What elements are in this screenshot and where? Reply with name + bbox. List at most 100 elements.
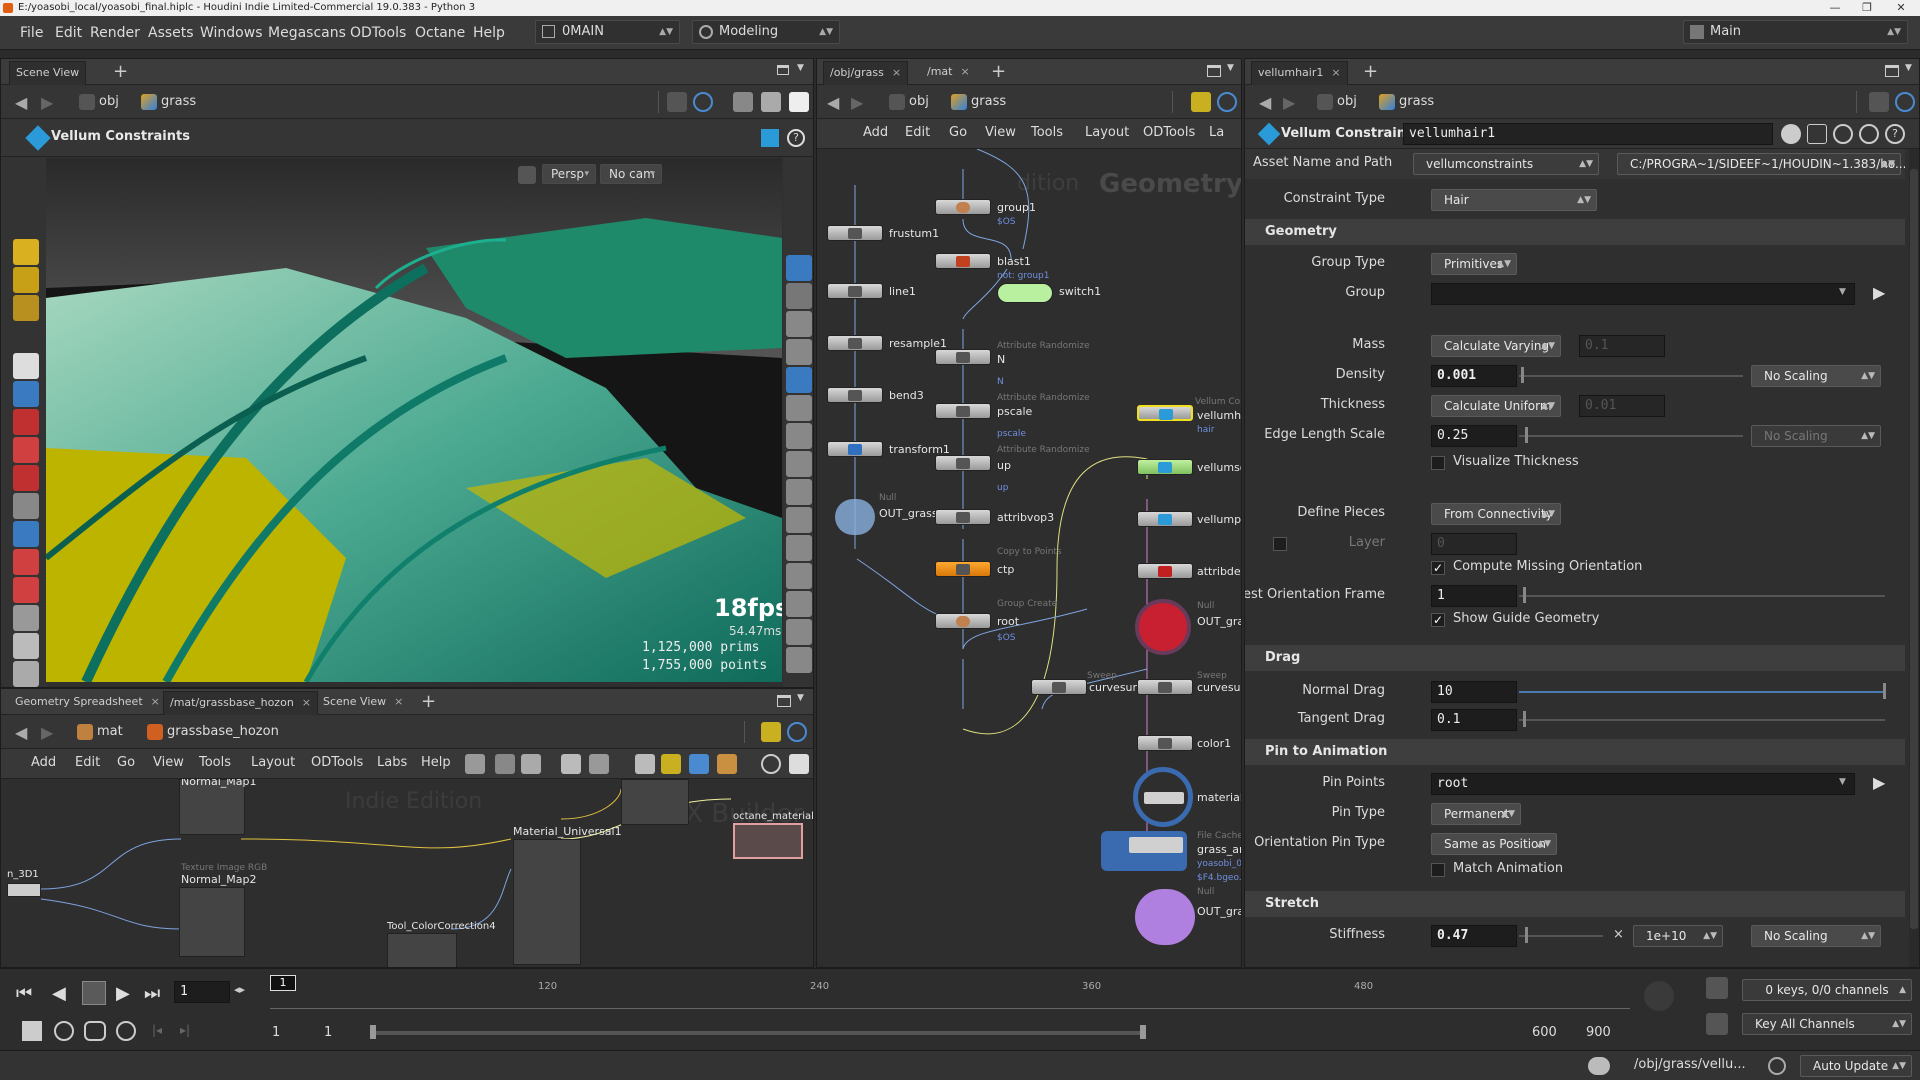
randomize-pscale-node[interactable] — [935, 403, 991, 419]
pane-maximize-icon[interactable] — [777, 65, 789, 75]
menu-odtools[interactable]: ODTools — [311, 755, 363, 770]
frame-count-icon[interactable] — [786, 619, 812, 645]
tab-scene-view[interactable]: Scene View — [9, 61, 87, 85]
stop-button[interactable] — [82, 981, 106, 1005]
gear-icon[interactable] — [1781, 124, 1801, 144]
menu-file[interactable]: File — [20, 25, 43, 41]
normal-drag-field[interactable]: 10 — [1431, 681, 1517, 703]
tile-icon[interactable] — [561, 754, 581, 774]
menu-add[interactable]: Add — [31, 755, 56, 770]
channel-icon[interactable] — [1706, 1013, 1728, 1035]
link-icon[interactable] — [1895, 92, 1915, 112]
mix-node[interactable] — [621, 779, 689, 825]
shading-icon[interactable] — [761, 92, 781, 112]
menu-odtools[interactable]: ODTools — [1143, 125, 1195, 140]
params-scrollbar[interactable] — [1909, 149, 1919, 967]
global-anim-icon[interactable] — [116, 1021, 136, 1041]
tab-vellumhair1[interactable]: vellumhair1 × — [1251, 61, 1348, 85]
edge-scaling-menu[interactable]: No Scaling ▲▼ — [1751, 425, 1881, 447]
brush-icon[interactable] — [13, 549, 39, 575]
main-desktop-dropdown[interactable]: Main ▲▼ — [1683, 20, 1908, 44]
forward-arrow-icon[interactable]: ▶ — [41, 723, 53, 742]
paint-icon[interactable] — [13, 633, 39, 659]
wrench-icon[interactable] — [465, 754, 485, 774]
menu-view[interactable]: View — [153, 755, 184, 770]
edge-length-slider-handle[interactable] — [1525, 427, 1528, 443]
section-geometry[interactable]: Geometry — [1245, 219, 1905, 245]
section-drag[interactable]: Drag — [1245, 645, 1905, 671]
search-icon[interactable] — [761, 754, 781, 774]
menu-go[interactable]: Go — [949, 125, 967, 140]
tab-geometry-spreadsheet[interactable]: Geometry Spreadsheet × — [9, 691, 166, 715]
stiffness-field[interactable]: 0.47 — [1431, 925, 1517, 947]
eyedropper-icon[interactable] — [786, 591, 812, 617]
timeline-track[interactable]: 1 120 240 360 480 — [270, 975, 1630, 1009]
resample1-node[interactable] — [827, 335, 883, 351]
chevron-down-icon[interactable]: ▼ — [1839, 287, 1846, 297]
group-field[interactable] — [1431, 283, 1855, 305]
menu-go[interactable]: Go — [117, 755, 135, 770]
sticky-note-icon[interactable] — [661, 754, 681, 774]
pose-icon[interactable] — [13, 521, 39, 547]
menu-tools[interactable]: Tools — [1031, 125, 1063, 140]
attribvop3-node[interactable] — [935, 509, 991, 525]
close-icon[interactable]: × — [960, 65, 969, 78]
vellumsolver-node[interactable] — [1137, 459, 1193, 475]
maximize-button[interactable]: ❐ — [1852, 0, 1882, 16]
desktop-dropdown[interactable]: 0MAIN ▲▼ — [535, 20, 680, 44]
group1-node[interactable] — [935, 199, 991, 215]
back-arrow-icon[interactable]: ◀ — [1259, 93, 1271, 112]
pointer-icon[interactable] — [13, 353, 39, 379]
mass-mode-menu[interactable]: Calculate Varying ▲▼ — [1431, 335, 1561, 357]
loop-icon[interactable] — [84, 1021, 106, 1041]
tangent-drag-field[interactable]: 0.1 — [1431, 709, 1517, 731]
play-forward-icon[interactable]: ▶ — [116, 983, 130, 1004]
path-obj[interactable]: obj — [887, 91, 929, 113]
menu-layout[interactable]: Layout — [251, 755, 295, 770]
flipbook-icon[interactable] — [786, 507, 812, 533]
forward-arrow-icon[interactable]: ▶ — [851, 93, 863, 112]
pin-icon[interactable] — [667, 92, 687, 112]
menu-render[interactable]: Render — [90, 25, 140, 41]
headlight-icon[interactable] — [786, 451, 812, 477]
audio-icon[interactable] — [54, 1021, 74, 1041]
link-icon[interactable] — [1217, 92, 1237, 112]
rest-frame-slider[interactable] — [1519, 595, 1885, 597]
randomize-n-node[interactable] — [935, 349, 991, 365]
density-slider[interactable] — [1519, 375, 1743, 377]
noise-3d-node[interactable] — [7, 883, 41, 897]
auto-update-menu[interactable]: Auto Update ▲▼ — [1800, 1055, 1912, 1077]
box-icon[interactable] — [717, 754, 737, 774]
line1-node[interactable] — [827, 283, 883, 299]
info-icon[interactable] — [1859, 124, 1879, 144]
tab-obj-grass[interactable]: /obj/grass × — [823, 61, 909, 85]
close-icon[interactable]: × — [892, 66, 901, 79]
menu-la[interactable]: La — [1209, 125, 1224, 140]
hda-icon[interactable] — [1807, 124, 1827, 144]
tab-mat[interactable]: /mat × — [921, 61, 976, 85]
close-icon[interactable]: × — [151, 695, 160, 708]
range-slider-end-handle[interactable] — [1140, 1025, 1146, 1039]
select-tool-icon[interactable] — [13, 239, 39, 265]
select-mode-icon[interactable] — [13, 267, 39, 293]
lightbulb-icon[interactable] — [786, 423, 812, 449]
snapshot-icon[interactable] — [786, 479, 812, 505]
keyframe-icon[interactable] — [1706, 977, 1728, 999]
close-icon[interactable]: × — [1331, 66, 1340, 79]
rest-frame-field[interactable]: 1 — [1431, 585, 1517, 607]
select-arrow-icon[interactable]: ▶ — [1873, 283, 1885, 302]
color1-node[interactable] — [1137, 735, 1193, 751]
material-universal-node[interactable] — [513, 839, 581, 965]
section-stretch[interactable]: Stretch — [1245, 891, 1905, 917]
forward-arrow-icon[interactable]: ▶ — [41, 93, 53, 112]
jump-end-icon[interactable]: ⏭ — [144, 983, 160, 1004]
mat-network-canvas[interactable]: Indie Edition VEX Builder Normal_Map1 Te… — [1, 779, 813, 967]
path-obj[interactable]: obj — [77, 91, 119, 113]
chevron-down-icon[interactable]: ▼ — [797, 693, 804, 703]
asset-name-menu[interactable]: vellumconstraints ▲▼ — [1413, 153, 1599, 175]
menu-tools[interactable]: Tools — [199, 755, 231, 770]
switch1-node[interactable] — [997, 283, 1053, 303]
range-start[interactable]: 1 — [272, 1025, 280, 1040]
node-name-field[interactable]: vellumhair1 — [1403, 123, 1773, 145]
edge-length-field[interactable]: 0.25 — [1431, 425, 1517, 447]
